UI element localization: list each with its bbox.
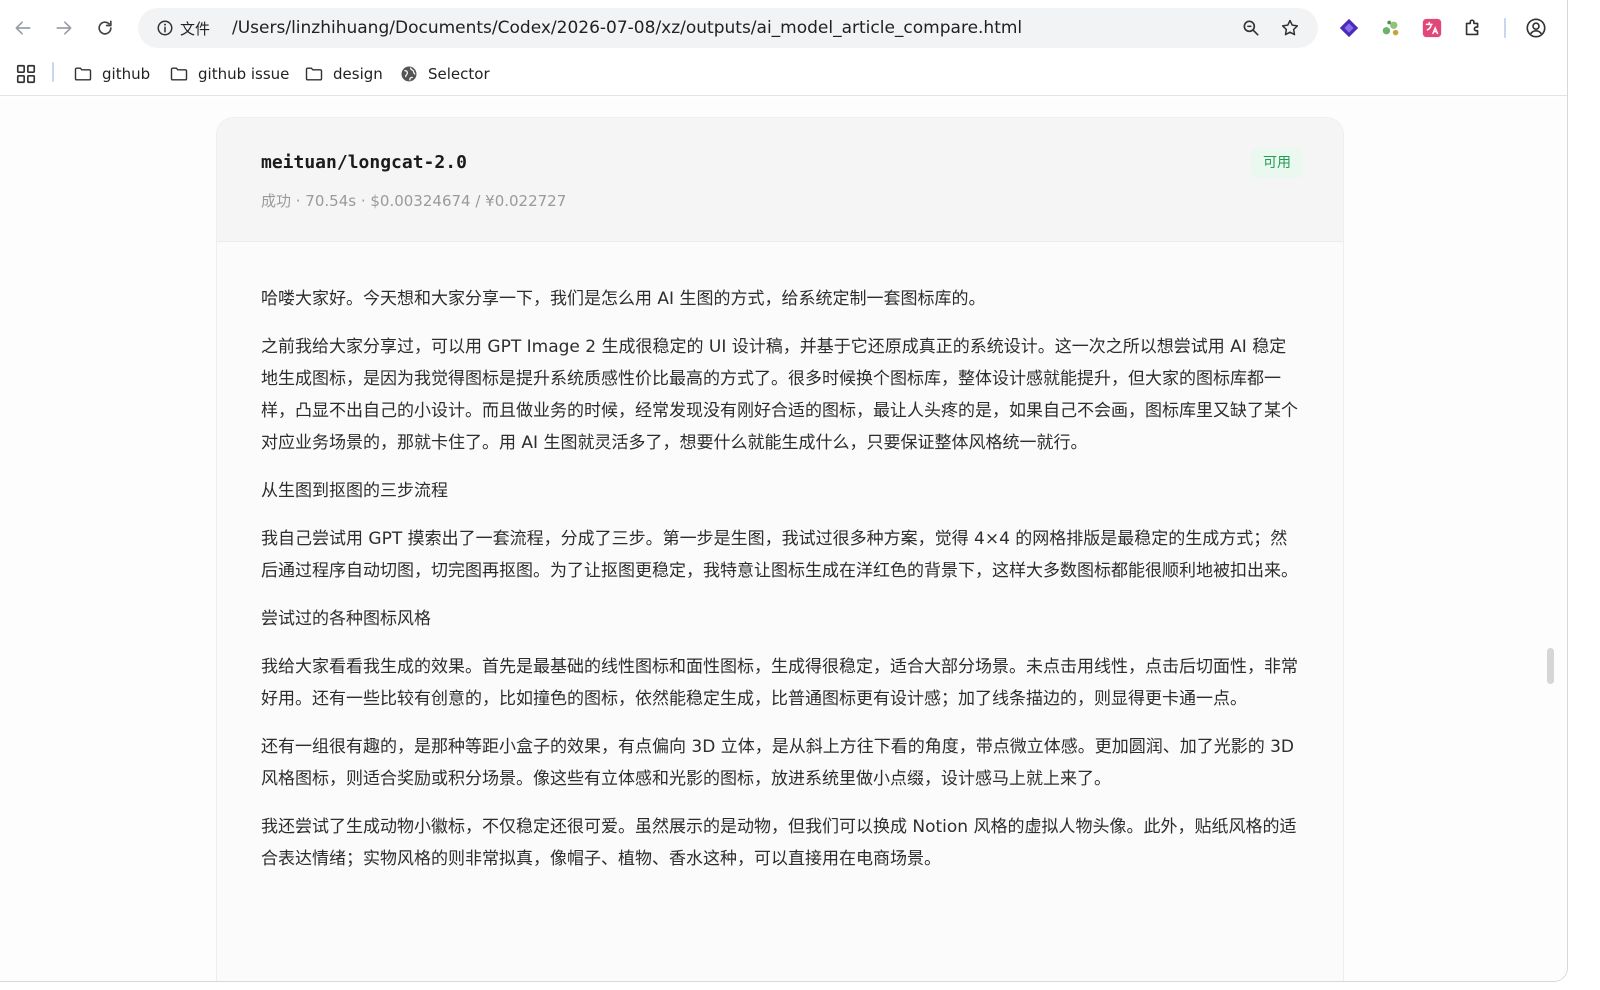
reload-button[interactable] [91,14,119,42]
result-meta: 成功 · 70.54s · $0.00324674 / ¥0.022727 [261,192,567,210]
star-icon [1281,19,1299,36]
puzzle-icon [1465,19,1479,36]
arrow-left-icon [15,21,31,35]
browser-toolbar: 文件 /Users/linzhihuang/Documents/Codex/20… [0,0,1567,56]
extension-diamond[interactable] [1336,15,1362,41]
profile-icon [1526,18,1546,38]
forward-button[interactable] [50,14,78,42]
article-paragraph: 我还尝试了生成动物小徽标，不仅稳定还很可爱。虽然展示的是动物，但我们可以换成 N… [261,817,1297,869]
bookmark-star-button[interactable] [1279,17,1301,39]
purple-diamond-icon [1339,18,1359,38]
site-info-button[interactable]: 文件 [148,14,218,42]
model-result-card: meituan/longcat-2.0 可用 成功 · 70.54s · $0.… [216,117,1344,981]
model-name: meituan/longcat-2.0 [261,152,467,173]
card-header: meituan/longcat-2.0 可用 成功 · 70.54s · $0.… [217,118,1343,242]
site-info-label: 文件 [180,19,211,38]
bookmark-github[interactable]: github [73,60,150,88]
article-paragraph: 哈喽大家好。今天想和大家分享一下，我们是怎么用 AI 生图的方式，给系统定制一套… [261,289,986,309]
browser-window: 文件 /Users/linzhihuang/Documents/Codex/20… [0,0,1568,982]
article-heading: 从生图到抠图的三步流程 [261,481,448,501]
folder-icon [305,67,323,81]
bookmark-label: Selector [428,65,490,83]
article-heading: 尝试过的各种图标风格 [261,609,431,629]
toolbar-divider [1504,18,1506,38]
info-icon [157,20,173,36]
folder-icon [170,67,188,81]
bookmark-design[interactable]: design [304,60,383,88]
scrollbar-thumb[interactable] [1547,648,1554,684]
status-badge: 可用 [1251,148,1303,178]
globe-icon [401,66,417,82]
extensions-button[interactable] [1460,15,1486,41]
arrow-right-icon [56,21,72,35]
article-paragraph: 我给大家看看我生成的效果。首先是最基础的线性图标和面性图标，生成得很稳定，适合大… [261,657,1298,709]
translate-icon [1422,18,1442,38]
apps-button[interactable] [14,62,38,86]
bookmarks-bar: github github issue design Selector [0,56,1567,96]
back-button[interactable] [9,14,37,42]
article-paragraph: 还有一组很有趣的，是那种等距小盒子的效果，有点偏向 3D 立体，是从斜上方往下看… [261,737,1295,789]
article-paragraph: 我自己尝试用 GPT 摸索出了一套流程，分成了三步。第一步是生图，我试过很多种方… [261,529,1298,581]
bookmark-selector[interactable]: Selector [399,60,490,88]
magnifier-icon [1243,20,1259,36]
apps-grid-icon [16,64,36,84]
profile-button[interactable] [1523,15,1549,41]
molecule-icon [1382,20,1399,36]
bookmark-github-issue[interactable]: github issue [169,60,289,88]
bookmark-label: github [102,65,151,83]
folder-icon [74,67,92,81]
extension-translate[interactable] [1419,15,1445,41]
article-paragraph: 之前我给大家分享过，可以用 GPT Image 2 生成很稳定的 UI 设计稿，… [261,337,1298,453]
bookmark-label: github issue [198,65,290,83]
article-body: 哈喽大家好。今天想和大家分享一下，我们是怎么用 AI 生图的方式，给系统定制一套… [261,283,1301,891]
extension-molecule[interactable] [1378,15,1404,41]
zoom-button[interactable] [1240,17,1262,39]
url-text[interactable]: /Users/linzhihuang/Documents/Codex/2026-… [232,18,1022,38]
address-bar[interactable]: 文件 /Users/linzhihuang/Documents/Codex/20… [138,8,1318,48]
bookmark-label: design [333,65,383,83]
reload-icon [98,20,112,35]
bookmarks-divider [52,62,54,82]
page-viewport: meituan/longcat-2.0 可用 成功 · 70.54s · $0.… [0,97,1567,981]
